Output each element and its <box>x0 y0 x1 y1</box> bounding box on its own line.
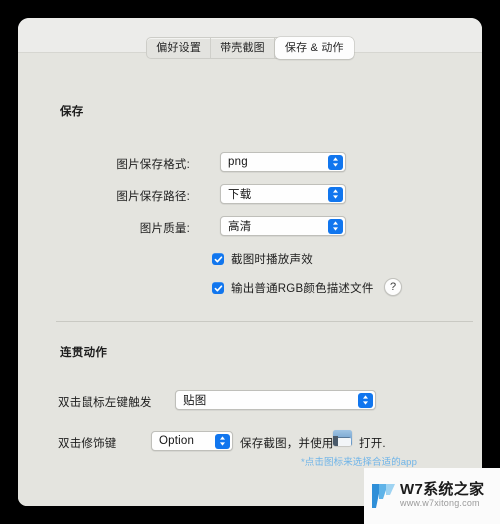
modifier-text-before-icon: 保存截图，并使用 <box>240 438 334 450</box>
tab-bar: 偏好设置 带壳截图 保存 & 动作 <box>18 37 482 59</box>
modifier-key-value: Option <box>159 435 195 447</box>
preview-app-icon[interactable] <box>333 430 352 446</box>
app-selection-hint: *点击图标来选择合适的app <box>301 457 417 468</box>
watermark-title: W7系统之家 <box>400 480 485 498</box>
image-format-label: 图片保存格式: <box>116 159 190 171</box>
segmented-tab-control: 偏好设置 带壳截图 保存 & 动作 <box>146 37 354 59</box>
image-path-label: 图片保存路径: <box>116 191 190 203</box>
tab-preferences[interactable]: 偏好设置 <box>147 38 212 58</box>
modifier-text-after-icon: 打开. <box>359 438 386 450</box>
double-click-trigger-popup[interactable]: 贴图 <box>175 390 376 410</box>
image-path-popup[interactable]: 下载 <box>220 184 346 204</box>
image-quality-value: 高清 <box>228 221 252 233</box>
actions-section-title: 连贯动作 <box>60 347 108 359</box>
chevron-updown-icon <box>328 186 343 202</box>
image-path-value: 下载 <box>228 189 252 201</box>
image-format-popup[interactable]: png <box>220 152 346 172</box>
modifier-key-popup[interactable]: Option <box>151 431 233 451</box>
save-section-title: 保存 <box>60 106 84 118</box>
image-quality-label: 图片质量: <box>139 223 190 235</box>
play-sound-checkbox-row[interactable]: 截图时播放声效 <box>212 251 313 267</box>
double-click-trigger-value: 贴图 <box>183 395 207 407</box>
rgb-profile-checkbox-row[interactable]: 输出普通RGB颜色描述文件 <box>212 280 374 296</box>
checkmark-icon <box>212 282 224 294</box>
section-divider <box>56 321 473 322</box>
window-content: 保存 图片保存格式: png 图片保存路径: 下载 图片质量: 高清 截图时播放… <box>18 53 482 506</box>
help-button[interactable]: ? <box>384 278 402 296</box>
play-sound-label: 截图时播放声效 <box>231 254 313 266</box>
tab-save-and-actions[interactable]: 保存 & 动作 <box>274 37 354 59</box>
checkmark-icon <box>212 253 224 265</box>
rgb-profile-label: 输出普通RGB颜色描述文件 <box>231 283 374 295</box>
chevron-updown-icon <box>328 154 343 170</box>
site-watermark: W7系统之家 www.w7xitong.com <box>364 468 500 524</box>
chevron-updown-icon <box>358 392 373 408</box>
chevron-updown-icon <box>215 433 230 449</box>
chevron-updown-icon <box>328 218 343 234</box>
modifier-key-label: 双击修饰键 <box>58 438 117 450</box>
image-format-value: png <box>228 156 248 168</box>
w7-logo-icon <box>370 481 396 511</box>
double-click-trigger-label: 双击鼠标左键触发 <box>58 397 152 409</box>
tab-device-frame-screenshot[interactable]: 带壳截图 <box>211 38 275 58</box>
watermark-url: www.w7xitong.com <box>400 498 480 509</box>
preferences-window: 偏好设置 带壳截图 保存 & 动作 保存 图片保存格式: png 图片保存路径:… <box>18 18 482 506</box>
image-quality-popup[interactable]: 高清 <box>220 216 346 236</box>
